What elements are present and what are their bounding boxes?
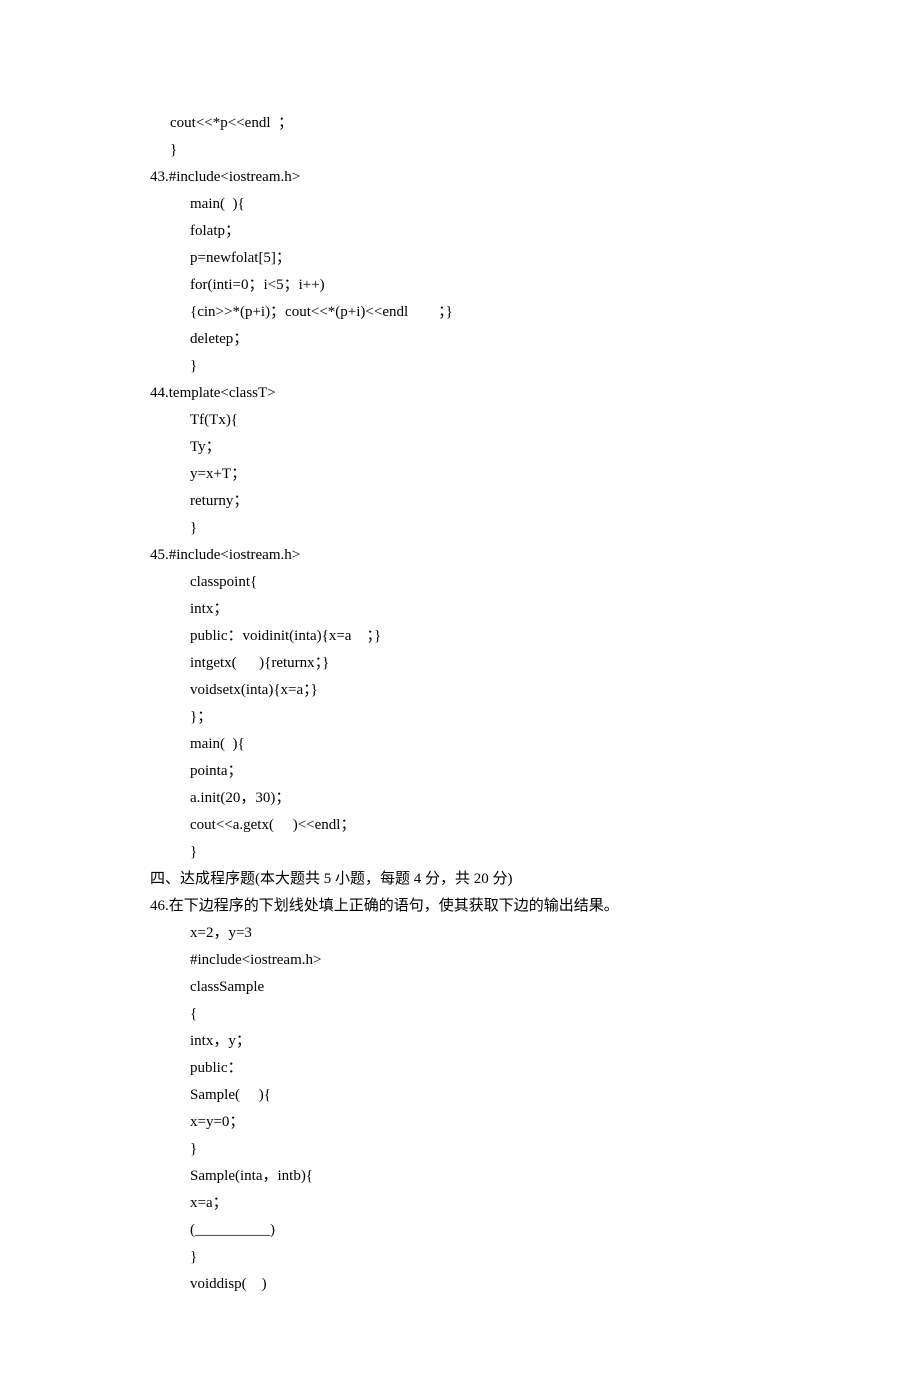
code-line: Ty；	[150, 434, 790, 461]
code-line: returny；	[150, 488, 790, 515]
code-line: #include<iostream.h>	[150, 947, 790, 974]
code-line: pointa；	[150, 758, 790, 785]
code-line: Tf(Tx){	[150, 407, 790, 434]
code-line: voidsetx(inta){x=a；}	[150, 677, 790, 704]
code-line: 46.在下边程序的下划线处填上正确的语句，使其获取下边的输出结果。	[150, 893, 790, 920]
code-line: 43.#include<iostream.h>	[150, 164, 790, 191]
code-line: folatp；	[150, 218, 790, 245]
code-line: main( ){	[150, 731, 790, 758]
code-line: intx，y；	[150, 1028, 790, 1055]
code-line: intgetx( ){returnx；}	[150, 650, 790, 677]
code-line: }	[150, 839, 790, 866]
code-line: Sample( ){	[150, 1082, 790, 1109]
code-line: cout<<*p<<endl ；	[150, 110, 790, 137]
code-line: }	[150, 515, 790, 542]
code-line: main( ){	[150, 191, 790, 218]
code-line: 45.#include<iostream.h>	[150, 542, 790, 569]
code-line: {cin>>*(p+i)；cout<<*(p+i)<<endl ；}	[150, 299, 790, 326]
code-line: public：	[150, 1055, 790, 1082]
code-line: 44.template<classT>	[150, 380, 790, 407]
code-line: classpoint{	[150, 569, 790, 596]
code-line: }	[150, 137, 790, 164]
code-line: y=x+T；	[150, 461, 790, 488]
code-line: }	[150, 1136, 790, 1163]
code-line: }	[150, 1244, 790, 1271]
code-line: 四、达成程序题(本大题共 5 小题，每题 4 分，共 20 分)	[150, 866, 790, 893]
code-line: voiddisp( )	[150, 1271, 790, 1298]
code-line: x=a；	[150, 1190, 790, 1217]
code-line: classSample	[150, 974, 790, 1001]
code-line: p=newfolat[5]；	[150, 245, 790, 272]
code-line: public：voidinit(inta){x=a ；}	[150, 623, 790, 650]
page-content: cout<<*p<<endl ；}43.#include<iostream.h>…	[0, 0, 920, 1388]
code-line: (__________)	[150, 1217, 790, 1244]
code-line: for(inti=0；i<5；i++)	[150, 272, 790, 299]
code-line: cout<<a.getx( )<<endl；	[150, 812, 790, 839]
code-line: }	[150, 353, 790, 380]
code-line: intx；	[150, 596, 790, 623]
code-line: a.init(20，30)；	[150, 785, 790, 812]
code-line: }；	[150, 704, 790, 731]
code-line: {	[150, 1001, 790, 1028]
code-line: deletep；	[150, 326, 790, 353]
code-line: Sample(inta，intb){	[150, 1163, 790, 1190]
code-line: x=2，y=3	[150, 920, 790, 947]
code-line: x=y=0；	[150, 1109, 790, 1136]
